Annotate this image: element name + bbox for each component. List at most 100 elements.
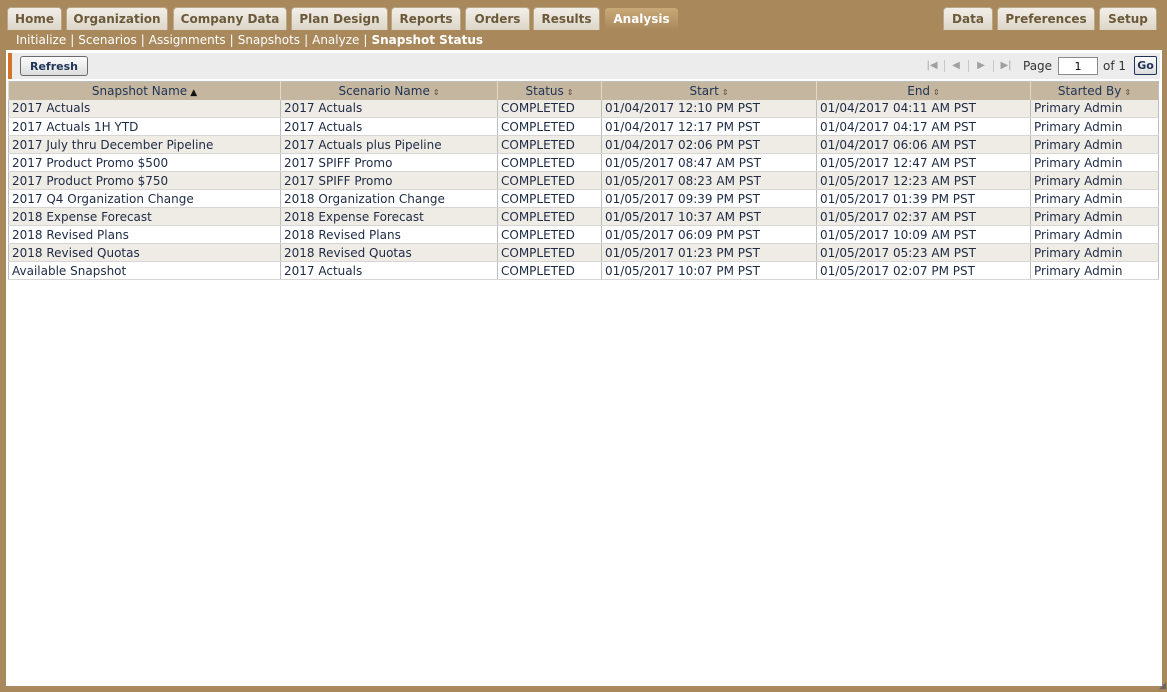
cell-end: 01/05/2017 10:09 AM PST	[816, 225, 1031, 244]
table-row[interactable]: 2018 Expense Forecast 2018 Expense Forec…	[8, 207, 1159, 226]
page-label: Page	[1023, 59, 1053, 73]
cell-started-by: Primary Admin	[1030, 99, 1159, 118]
cell-snapshot-name: 2017 Actuals	[8, 99, 281, 118]
sort-icon: ⇕	[721, 87, 729, 97]
content-panel: Refresh |◀ ◀ ▶ ▶| Page of 1 Go Snapshot …	[6, 50, 1162, 686]
prev-page-icon[interactable]: ◀	[947, 59, 965, 73]
subnav-snapshots[interactable]: Snapshots	[238, 33, 300, 47]
sub-navigation: Initialize | Scenarios | Assignments | Snapsho…	[0, 30, 1167, 50]
pager-divider	[993, 60, 994, 72]
table-row[interactable]: Available Snapshot 2017 Actuals COMPLETE…	[8, 261, 1159, 280]
column-header-label: Snapshot Name	[91, 83, 188, 98]
cell-snapshot-name: 2017 Product Promo $500	[8, 153, 281, 172]
cell-scenario-name: 2018 Organization Change	[280, 189, 498, 208]
table-row[interactable]: 2017 July thru December Pipeline 2017 Ac…	[8, 135, 1159, 154]
table-row[interactable]: 2017 Q4 Organization Change 2018 Organiz…	[8, 189, 1159, 208]
tab-reports[interactable]: Reports	[391, 7, 461, 30]
page-number-input[interactable]	[1058, 57, 1098, 75]
go-button[interactable]: Go	[1134, 56, 1157, 75]
column-header-label: End	[907, 83, 931, 98]
cell-snapshot-name: 2017 Q4 Organization Change	[8, 189, 281, 208]
cell-snapshot-name: 2017 Actuals 1H YTD	[8, 117, 281, 136]
column-header-status[interactable]: Status ⇕	[497, 81, 602, 100]
cell-start: 01/05/2017 10:07 PM PST	[601, 261, 817, 280]
first-page-icon[interactable]: |◀	[923, 59, 941, 73]
subnav-separator: |	[229, 33, 234, 47]
subnav-snapshot-status[interactable]: Snapshot Status	[371, 33, 483, 47]
table-row[interactable]: 2018 Revised Plans 2018 Revised Plans CO…	[8, 225, 1159, 244]
cell-end: 01/04/2017 04:17 AM PST	[816, 117, 1031, 136]
tab-analysis[interactable]: Analysis	[604, 7, 679, 30]
tab-company-data[interactable]: Company Data	[173, 7, 287, 30]
cell-scenario-name: 2017 Actuals plus Pipeline	[280, 135, 498, 154]
cell-status: COMPLETED	[497, 153, 602, 172]
subnav-separator: |	[140, 33, 145, 47]
column-header-label: Status	[525, 83, 564, 98]
sort-icon: ⇕	[1124, 87, 1132, 97]
cell-snapshot-name: 2018 Expense Forecast	[8, 207, 281, 226]
cell-scenario-name: 2017 SPIFF Promo	[280, 171, 498, 190]
tab-home[interactable]: Home	[7, 7, 62, 30]
column-header-scenario-name[interactable]: Scenario Name ⇕	[280, 81, 498, 100]
cell-started-by: Primary Admin	[1030, 225, 1159, 244]
cell-scenario-name: 2017 SPIFF Promo	[280, 153, 498, 172]
tab-results[interactable]: Results	[533, 7, 600, 30]
column-header-snapshot-name[interactable]: Snapshot Name ▲	[8, 81, 281, 100]
subnav-assignments[interactable]: Assignments	[149, 33, 226, 47]
tab-organization[interactable]: Organization	[66, 7, 168, 30]
tab-orders[interactable]: Orders	[465, 7, 530, 30]
table-row[interactable]: 2017 Actuals 2017 Actuals COMPLETED 01/0…	[8, 99, 1159, 118]
snapshot-status-table: Snapshot Name ▲ Scenario Name ⇕ Status ⇕ St…	[8, 81, 1159, 280]
cell-end: 01/05/2017 12:47 AM PST	[816, 153, 1031, 172]
last-page-icon[interactable]: ▶|	[997, 59, 1015, 73]
column-header-start[interactable]: Start ⇕	[601, 81, 817, 100]
cell-start: 01/04/2017 02:06 PM PST	[601, 135, 817, 154]
table-row[interactable]: 2018 Revised Quotas 2018 Revised Quotas …	[8, 243, 1159, 262]
cell-snapshot-name: Available Snapshot	[8, 261, 281, 280]
cell-started-by: Primary Admin	[1030, 171, 1159, 190]
cell-start: 01/05/2017 01:23 PM PST	[601, 243, 817, 262]
cell-status: COMPLETED	[497, 189, 602, 208]
pager-divider	[944, 60, 945, 72]
grid-toolbar: Refresh |◀ ◀ ▶ ▶| Page of 1 Go	[8, 53, 1160, 79]
subnav-initialize[interactable]: Initialize	[16, 33, 66, 47]
cell-start: 01/05/2017 10:37 AM PST	[601, 207, 817, 226]
cell-scenario-name: 2018 Revised Quotas	[280, 243, 498, 262]
cell-scenario-name: 2017 Actuals	[280, 99, 498, 118]
subnav-scenarios[interactable]: Scenarios	[78, 33, 136, 47]
cell-end: 01/05/2017 12:23 AM PST	[816, 171, 1031, 190]
cell-status: COMPLETED	[497, 99, 602, 118]
cell-scenario-name: 2018 Revised Plans	[280, 225, 498, 244]
column-header-started-by[interactable]: Started By ⇕	[1030, 81, 1159, 100]
subnav-analyze[interactable]: Analyze	[312, 33, 359, 47]
tab-setup[interactable]: Setup	[1099, 7, 1157, 30]
next-page-icon[interactable]: ▶	[972, 59, 990, 73]
cell-end: 01/05/2017 02:37 AM PST	[816, 207, 1031, 226]
cell-status: COMPLETED	[497, 225, 602, 244]
cell-status: COMPLETED	[497, 243, 602, 262]
tab-preferences[interactable]: Preferences	[997, 7, 1095, 30]
cell-snapshot-name: 2018 Revised Quotas	[8, 243, 281, 262]
table-row[interactable]: 2017 Actuals 1H YTD 2017 Actuals COMPLET…	[8, 117, 1159, 136]
refresh-button[interactable]: Refresh	[20, 56, 88, 76]
cell-started-by: Primary Admin	[1030, 153, 1159, 172]
tab-plan-design[interactable]: Plan Design	[291, 7, 388, 30]
cell-snapshot-name: 2018 Revised Plans	[8, 225, 281, 244]
pagination: |◀ ◀ ▶ ▶| Page of 1 Go	[920, 53, 1160, 79]
table-row[interactable]: 2017 Product Promo $750 2017 SPIFF Promo…	[8, 171, 1159, 190]
sort-icon: ⇕	[566, 87, 574, 97]
sort-icon: ⇕	[432, 87, 440, 97]
cell-start: 01/04/2017 12:10 PM PST	[601, 99, 817, 118]
subnav-separator: |	[70, 33, 75, 47]
resize-grip-icon[interactable]: ◢	[1159, 681, 1166, 691]
tab-data[interactable]: Data	[943, 7, 993, 30]
column-header-end[interactable]: End ⇕	[816, 81, 1031, 100]
cell-scenario-name: 2017 Actuals	[280, 117, 498, 136]
table-row[interactable]: 2017 Product Promo $500 2017 SPIFF Promo…	[8, 153, 1159, 172]
table-header-row: Snapshot Name ▲ Scenario Name ⇕ Status ⇕ St…	[8, 81, 1159, 100]
cell-scenario-name: 2018 Expense Forecast	[280, 207, 498, 226]
cell-status: COMPLETED	[497, 207, 602, 226]
column-header-label: Start	[689, 83, 719, 98]
cell-end: 01/04/2017 06:06 AM PST	[816, 135, 1031, 154]
cell-start: 01/05/2017 06:09 PM PST	[601, 225, 817, 244]
